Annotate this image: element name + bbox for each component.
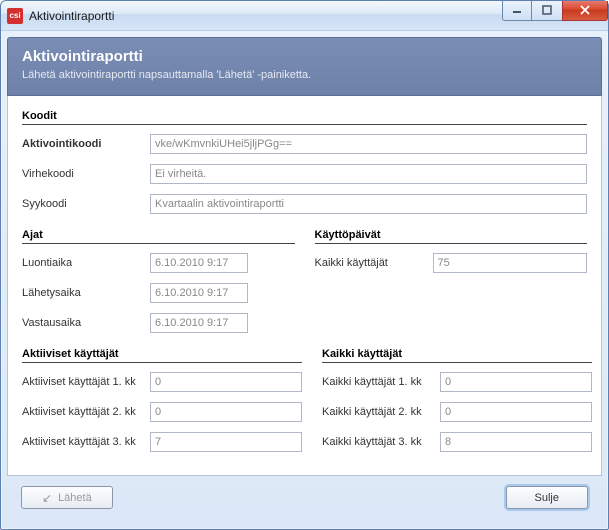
minimize-button[interactable] (502, 1, 532, 21)
usagedays-all-field[interactable] (433, 253, 588, 273)
app-icon: csi (7, 8, 23, 24)
all-m1-field[interactable] (440, 372, 592, 392)
activation-code-label: Aktivointikoodi (22, 138, 150, 150)
reason-code-field[interactable] (150, 194, 587, 214)
sent-time-field[interactable] (150, 283, 248, 303)
reply-time-label: Vastausaika (22, 317, 150, 329)
usagedays-all-label: Kaikki käyttäjät (315, 257, 433, 269)
window-controls (502, 1, 608, 21)
all-m2-field[interactable] (440, 402, 592, 422)
close-window-button[interactable] (562, 1, 608, 21)
active-m3-label: Aktiiviset käyttäjät 3. kk (22, 436, 150, 448)
active-m2-field[interactable] (150, 402, 302, 422)
created-time-label: Luontiaika (22, 257, 150, 269)
error-code-label: Virhekoodi (22, 168, 150, 180)
maximize-button[interactable] (532, 1, 562, 21)
all-m3-field[interactable] (440, 432, 592, 452)
section-times: Ajat (22, 229, 295, 244)
created-time-field[interactable] (150, 253, 248, 273)
sent-time-label: Lähetysaika (22, 287, 150, 299)
section-active-users: Aktiiviset käyttäjät (22, 348, 302, 363)
header-panel: Aktivointiraportti Lähetä aktivointirapo… (7, 37, 602, 96)
close-button[interactable]: Sulje (506, 486, 588, 509)
error-code-field[interactable] (150, 164, 587, 184)
section-usagedays: Käyttöpäivät (315, 229, 588, 244)
footer-bar: ↙ Lähetä Sulje (7, 476, 602, 517)
header-title: Aktivointiraportti (22, 48, 587, 65)
active-m1-field[interactable] (150, 372, 302, 392)
reply-time-field[interactable] (150, 313, 248, 333)
window-title: Aktivointiraportti (29, 9, 502, 23)
send-button[interactable]: ↙ Lähetä (21, 486, 113, 509)
send-button-label: Lähetä (58, 492, 92, 504)
send-arrow-icon: ↙ (42, 491, 52, 505)
header-subtitle: Lähetä aktivointiraportti napsauttamalla… (22, 69, 587, 81)
titlebar[interactable]: csi Aktivointiraportti (1, 1, 608, 31)
all-m1-label: Kaikki käyttäjät 1. kk (322, 376, 440, 388)
active-m3-field[interactable] (150, 432, 302, 452)
activation-code-field[interactable] (150, 134, 587, 154)
close-button-label: Sulje (535, 492, 559, 504)
all-m3-label: Kaikki käyttäjät 3. kk (322, 436, 440, 448)
section-all-users: Kaikki käyttäjät (322, 348, 592, 363)
section-codes: Koodit (22, 110, 587, 125)
content-area: Koodit Aktivointikoodi Virhekoodi Syykoo… (7, 96, 602, 476)
active-m2-label: Aktiiviset käyttäjät 2. kk (22, 406, 150, 418)
reason-code-label: Syykoodi (22, 198, 150, 210)
active-m1-label: Aktiiviset käyttäjät 1. kk (22, 376, 150, 388)
all-m2-label: Kaikki käyttäjät 2. kk (322, 406, 440, 418)
window-frame: csi Aktivointiraportti Aktivointiraportt… (0, 0, 609, 530)
